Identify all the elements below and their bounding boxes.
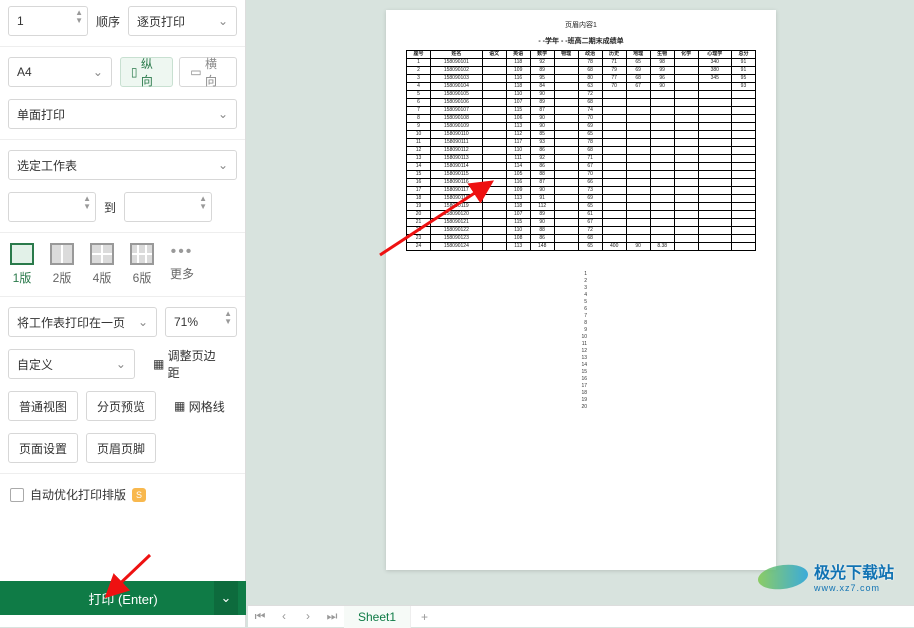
layout-4-label: 4版 xyxy=(93,269,112,286)
grid-icon: ▦ xyxy=(174,399,185,413)
spinner-icon[interactable]: ▲▼ xyxy=(83,195,91,211)
fit-value: 将工作表打印在一页 xyxy=(17,314,125,331)
print-sidebar: 1 ▲▼ 顺序 逐页打印 ⌄ A4 ⌄ ▯ 纵向 ▭ 横向 单面打印 ⌄ xyxy=(0,0,246,627)
layout-6up[interactable]: 6版 xyxy=(130,243,154,286)
chevron-down-icon: ⌄ xyxy=(218,14,228,28)
number-column: 1234567891011121314151617181920 xyxy=(575,271,587,411)
order-label: 顺序 xyxy=(96,13,120,30)
chevron-down-icon: ⌄ xyxy=(218,158,228,172)
layout-more[interactable]: ••• 更多 xyxy=(170,243,194,282)
pagebreak-view-button[interactable]: 分页预览 xyxy=(86,391,156,421)
pages-per-sheet: 1版 2版 4版 6版 ••• 更多 xyxy=(0,237,245,292)
chevron-down-icon: ⌄ xyxy=(218,107,228,121)
copies-value: 1 xyxy=(17,14,24,28)
duplex-select[interactable]: 单面打印 ⌄ xyxy=(8,99,237,129)
copies-input[interactable]: 1 ▲▼ xyxy=(8,6,88,36)
print-dropdown[interactable]: ⌄ xyxy=(214,581,238,615)
page-setup-button[interactable]: 页面设置 xyxy=(8,433,78,463)
fit-select[interactable]: 将工作表打印在一页 ⌄ xyxy=(8,307,157,337)
auto-optimize-label: 自动优化打印排版 xyxy=(30,486,126,503)
first-sheet-button[interactable]: ⏮ xyxy=(248,609,272,624)
duplex-value: 单面打印 xyxy=(17,106,65,123)
page-setup-label: 页面设置 xyxy=(19,440,67,457)
preview-table: 座号姓名语文英语数学物理政治历史地理生物化学心理学总分 115809010111… xyxy=(406,50,756,251)
next-sheet-button[interactable]: › xyxy=(296,609,320,624)
landscape-button[interactable]: ▭ 横向 xyxy=(179,57,237,87)
annotation-arrow-2 xyxy=(100,550,160,605)
layout-1-label: 1版 xyxy=(13,269,32,286)
more-icon: ••• xyxy=(171,243,194,261)
layout-1-icon xyxy=(10,243,34,265)
pagebreak-view-label: 分页预览 xyxy=(97,398,145,415)
paper-size-select[interactable]: A4 ⌄ xyxy=(8,57,112,87)
header-footer-label: 页眉页脚 xyxy=(97,440,145,457)
portrait-icon: ▯ xyxy=(131,65,138,79)
page-title: - -学年 - -班高二期末成绩单 xyxy=(386,30,776,46)
page-header: 页眉内容1 xyxy=(386,10,776,30)
collate-select[interactable]: 逐页打印 ⌄ xyxy=(128,6,237,36)
margins-icon: ▦ xyxy=(153,357,164,371)
layout-4-icon xyxy=(90,243,114,265)
collate-value: 逐页打印 xyxy=(137,13,185,30)
landscape-label: 横向 xyxy=(205,55,226,89)
layout-4up[interactable]: 4版 xyxy=(90,243,114,286)
gridlines-toggle[interactable]: ▦ 网格线 xyxy=(164,391,235,421)
page-to-input[interactable]: ▲▼ xyxy=(124,192,212,222)
layout-2up[interactable]: 2版 xyxy=(50,243,74,286)
scale-value: 71% xyxy=(174,315,198,329)
range-to-label: 到 xyxy=(104,199,116,216)
adjust-margins-button[interactable]: ▦ 调整页边距 xyxy=(143,349,237,379)
tab-sheet1[interactable]: Sheet1 xyxy=(344,606,411,628)
last-sheet-button[interactable]: ⏭ xyxy=(320,609,344,624)
add-sheet-button[interactable]: + xyxy=(411,610,438,624)
normal-view-label: 普通视图 xyxy=(19,398,67,415)
auto-optimize-row[interactable]: 自动优化打印排版 S xyxy=(0,478,245,511)
chevron-down-icon: ⌄ xyxy=(93,65,103,79)
sheet-nav: ⏮ ‹ › ⏭ xyxy=(248,609,344,624)
layout-6-label: 6版 xyxy=(133,269,152,286)
layout-1up[interactable]: 1版 xyxy=(10,243,34,286)
layout-2-icon xyxy=(50,243,74,265)
gridlines-label: 网格线 xyxy=(189,398,225,415)
portrait-button[interactable]: ▯ 纵向 xyxy=(120,57,173,87)
portrait-label: 纵向 xyxy=(141,55,162,89)
premium-icon: S xyxy=(132,488,146,502)
header-footer-button[interactable]: 页眉页脚 xyxy=(86,433,156,463)
margins-label: 调整页边距 xyxy=(168,347,227,381)
paper-size-value: A4 xyxy=(17,65,32,79)
spinner-icon[interactable]: ▲▼ xyxy=(224,310,232,326)
scope-select[interactable]: 选定工作表 ⌄ xyxy=(8,150,237,180)
watermark-sub: www.xz7.com xyxy=(814,583,894,593)
layout-6-icon xyxy=(130,243,154,265)
prev-sheet-button[interactable]: ‹ xyxy=(272,609,296,624)
custom-select[interactable]: 自定义 ⌄ xyxy=(8,349,135,379)
spinner-icon[interactable]: ▲▼ xyxy=(199,195,207,211)
page-from-input[interactable]: ▲▼ xyxy=(8,192,96,222)
chevron-down-icon: ⌄ xyxy=(221,590,232,606)
scale-input[interactable]: 71% ▲▼ xyxy=(165,307,237,337)
layout-more-label: 更多 xyxy=(170,265,194,282)
chevron-down-icon: ⌄ xyxy=(138,315,148,329)
chevron-down-icon: ⌄ xyxy=(116,357,126,371)
landscape-icon: ▭ xyxy=(190,65,201,79)
spinner-icon[interactable]: ▲▼ xyxy=(75,9,83,25)
sheet-tab-bar: ⏮ ‹ › ⏭ Sheet1 + xyxy=(248,605,914,627)
watermark-text: 极光下载站 xyxy=(814,559,894,583)
layout-2-label: 2版 xyxy=(53,269,72,286)
checkbox-icon[interactable] xyxy=(10,488,24,502)
scope-value: 选定工作表 xyxy=(17,157,77,174)
preview-page: 页眉内容1 - -学年 - -班高二期末成绩单 座号姓名语文英语数学物理政治历史… xyxy=(386,10,776,570)
watermark: 极光下载站 www.xz7.com xyxy=(758,555,908,597)
custom-value: 自定义 xyxy=(17,356,53,373)
print-preview: 页眉内容1 - -学年 - -班高二期末成绩单 座号姓名语文英语数学物理政治历史… xyxy=(248,0,914,605)
orientation-segment: ▯ 纵向 ▭ 横向 xyxy=(120,57,237,87)
normal-view-button[interactable]: 普通视图 xyxy=(8,391,78,421)
watermark-logo-icon xyxy=(758,555,808,597)
